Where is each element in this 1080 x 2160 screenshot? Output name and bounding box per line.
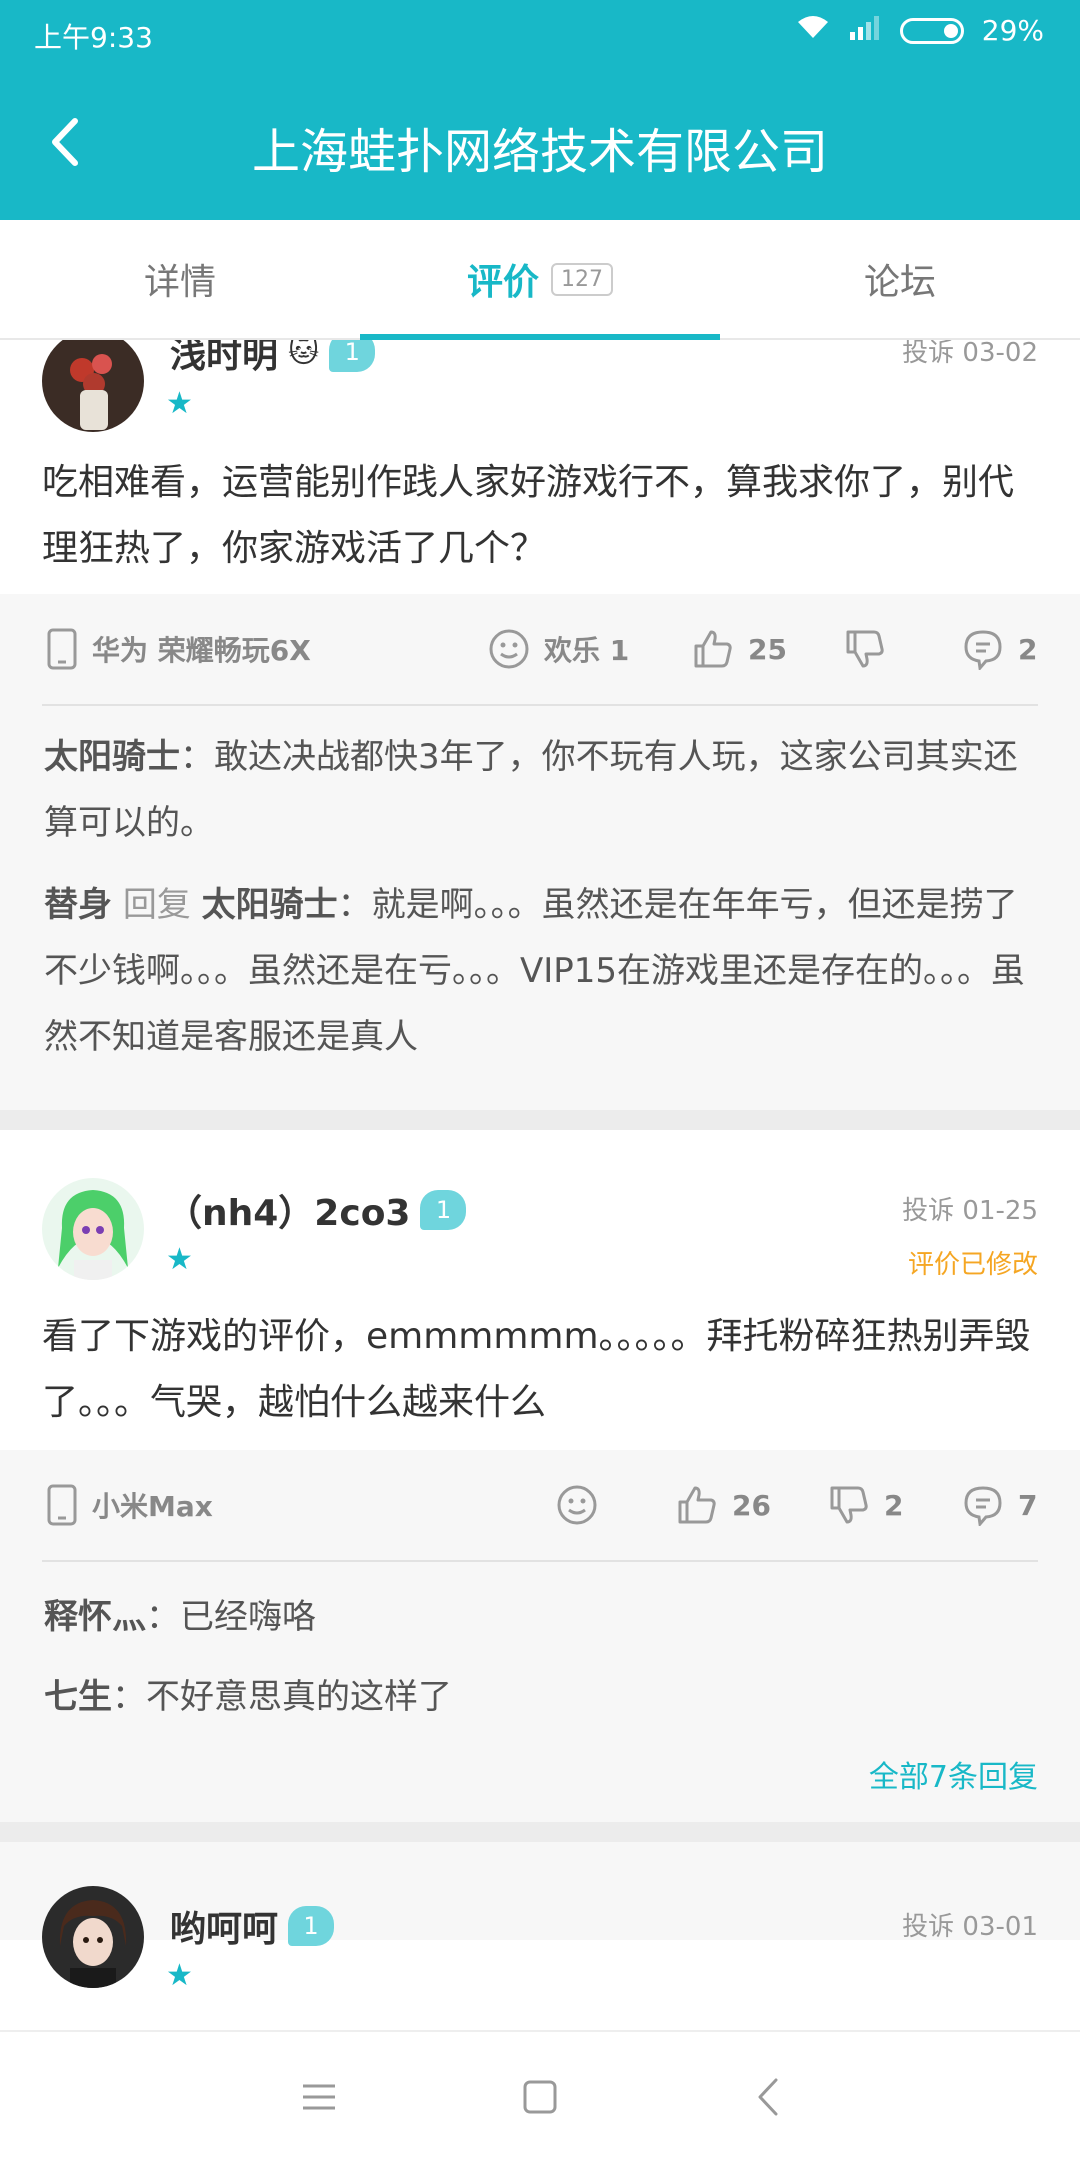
comment-count: 2: [1018, 632, 1038, 666]
menu-icon: [303, 2084, 335, 2110]
dislike-button[interactable]: 2: [828, 1450, 903, 1560]
reply-text: ：就是啊。。。虽然还是在年年亏，但还是捞了不少钱啊。。。虽然还是在亏。。。VIP…: [44, 885, 1026, 1057]
username[interactable]: 哟呵呵 1: [170, 1900, 335, 1952]
system-nav-bar: [0, 2030, 1080, 2160]
like-button[interactable]: 26: [676, 1450, 771, 1560]
device-info: 华为 荣耀畅玩6X: [46, 594, 311, 704]
tab-reviews-label: 评价: [466, 262, 539, 303]
reply-author[interactable]: 太阳骑士: [44, 737, 180, 777]
avatar[interactable]: [42, 340, 144, 432]
card-separator: [0, 1110, 1080, 1130]
review-footer: 小米Max 26 2 7 释怀灬：已经嗨咯 七生：不好意思真的这样了 全部7条回…: [0, 1450, 1080, 1940]
review-text: 吃相难看，运营能别作践人家好游戏行不，算我求你了，别代理狂热了，你家游戏活了几个…: [42, 462, 1015, 569]
review-text: 看了下游戏的评价，emmmmmm。。。。。拜托粉碎狂热别弄毁了。。。气哭，越怕什…: [42, 1316, 1031, 1423]
battery-percent: 29%: [981, 14, 1044, 47]
action-row: 小米Max 26 2 7: [0, 1450, 1080, 1560]
reviews-list[interactable]: 浅时明 🐱 1 ★ 投诉 03-02 吃相难看，运营能别作践人家好游戏行不，算我…: [0, 340, 1080, 2030]
nav-back-icon: [758, 2078, 778, 2116]
reply-author[interactable]: 七生: [44, 1677, 112, 1717]
page-title: 上海蛙扑网络技术有限公司: [251, 124, 828, 180]
reply-item[interactable]: 释怀灬：已经嗨咯: [44, 1584, 1040, 1650]
level-badge: 1: [420, 1190, 467, 1230]
reply-word: 回复: [122, 885, 191, 925]
comment-icon: [964, 1486, 1002, 1526]
username[interactable]: （nh4）2co3 1: [166, 1184, 467, 1236]
device-info: 小米Max: [46, 1450, 213, 1560]
username[interactable]: 浅时明 🐱 1: [170, 340, 376, 378]
reply-author[interactable]: 释怀灬: [44, 1597, 146, 1637]
phone-icon: [47, 1484, 77, 1526]
review-footer: 华为 荣耀畅玩6X 欢乐 1 25 2 太阳骑士：敢达决战都快3年了，你不玩有人…: [0, 594, 1080, 1110]
like-button[interactable]: 25: [692, 594, 787, 704]
title-bar: 上海蛙扑网络技术有限公司: [0, 76, 1080, 206]
level-badge: 1: [329, 340, 376, 372]
avatar[interactable]: [42, 1178, 144, 1280]
reply-text: ：不好意思真的这样了: [112, 1677, 452, 1717]
review-count-badge: 127: [551, 262, 613, 296]
status-icons: 29%: [796, 14, 1044, 47]
action-row: 华为 荣耀畅玩6X 欢乐 1 25 2: [0, 594, 1080, 704]
mood-button[interactable]: 欢乐 1: [488, 594, 629, 704]
divider: [42, 704, 1038, 706]
mood-label: 欢乐 1: [544, 634, 630, 667]
dislike-button[interactable]: [844, 594, 900, 704]
phone-icon: [47, 628, 77, 670]
reply-item[interactable]: 替身 回复 太阳骑士：就是啊。。。虽然还是在年年亏，但还是捞了不少钱啊。。。虽然…: [44, 872, 1040, 1070]
menu-button[interactable]: [284, 2062, 354, 2132]
home-button[interactable]: [505, 2062, 575, 2132]
wifi-icon: [796, 14, 830, 47]
signal-icon: [848, 14, 882, 47]
like-count: 26: [732, 1488, 771, 1522]
reply-author[interactable]: 替身: [44, 885, 112, 925]
review-meta[interactable]: 投诉 03-01: [902, 1906, 1038, 1943]
smiley-icon: [489, 629, 529, 669]
tab-forum-label: 论坛: [863, 262, 936, 303]
comment-count: 7: [1018, 1488, 1038, 1522]
reply-item[interactable]: 七生：不好意思真的这样了: [44, 1664, 1040, 1730]
like-count: 25: [748, 632, 787, 666]
thumbs-down-icon: [830, 1486, 868, 1524]
status-time: 上午9:33: [34, 21, 153, 54]
tab-details-label: 详情: [143, 262, 216, 303]
dislike-count: 2: [884, 1488, 904, 1522]
username-text: （nh4）2co3: [166, 1193, 411, 1234]
emoji-icon: 🐱: [288, 340, 320, 370]
comment-button[interactable]: 7: [962, 1450, 1037, 1560]
reply-item[interactable]: 太阳骑士：敢达决战都快3年了，你不玩有人玩，这家公司其实还算可以的。: [44, 724, 1040, 856]
star-icon: ★: [166, 1958, 193, 1993]
mood-button[interactable]: [556, 1450, 598, 1560]
tab-details[interactable]: 详情: [0, 220, 360, 338]
star-icon: ★: [166, 1242, 193, 1277]
status-bar: 上午9:33 29%: [0, 0, 1080, 66]
reply-target[interactable]: 太阳骑士: [202, 885, 338, 925]
battery-icon: [899, 17, 964, 44]
comment-icon: [964, 630, 1002, 670]
tab-forum[interactable]: 论坛: [720, 220, 1080, 338]
divider: [42, 1560, 1038, 1562]
card-separator: [0, 1822, 1080, 1842]
review-meta[interactable]: 投诉 01-25: [902, 1190, 1038, 1227]
all-replies-link[interactable]: 全部7条回复: [869, 1752, 1038, 1796]
thumbs-up-icon: [694, 630, 732, 668]
username-text: 哟呵呵: [170, 1909, 279, 1950]
app-header: 上午9:33 29% 上海蛙扑网络技术有限公司: [0, 0, 1080, 220]
review-meta[interactable]: 投诉 03-02: [902, 340, 1038, 369]
level-badge: 1: [288, 1906, 335, 1946]
avatar[interactable]: [42, 1886, 144, 1988]
comment-button[interactable]: 2: [962, 594, 1037, 704]
edited-label: 评价已修改: [907, 1250, 1038, 1280]
tab-reviews[interactable]: 评价 127: [360, 220, 720, 338]
device-name: 小米Max: [92, 1490, 213, 1523]
device-name: 华为 荣耀畅玩6X: [92, 634, 311, 667]
nav-back-button[interactable]: [733, 2062, 803, 2132]
reply-text: ：已经嗨咯: [146, 1597, 316, 1637]
reply-text: ：敢达决战都快3年了，你不玩有人玩，这家公司其实还算可以的。: [44, 737, 1018, 843]
home-icon: [523, 2080, 557, 2114]
star-icon: ★: [166, 386, 193, 421]
thumbs-up-icon: [678, 1486, 716, 1524]
thumbs-down-icon: [846, 630, 884, 668]
tab-bar: 详情 评价 127 论坛: [0, 220, 1080, 340]
smiley-icon: [557, 1485, 597, 1525]
username-text: 浅时明: [170, 340, 279, 376]
